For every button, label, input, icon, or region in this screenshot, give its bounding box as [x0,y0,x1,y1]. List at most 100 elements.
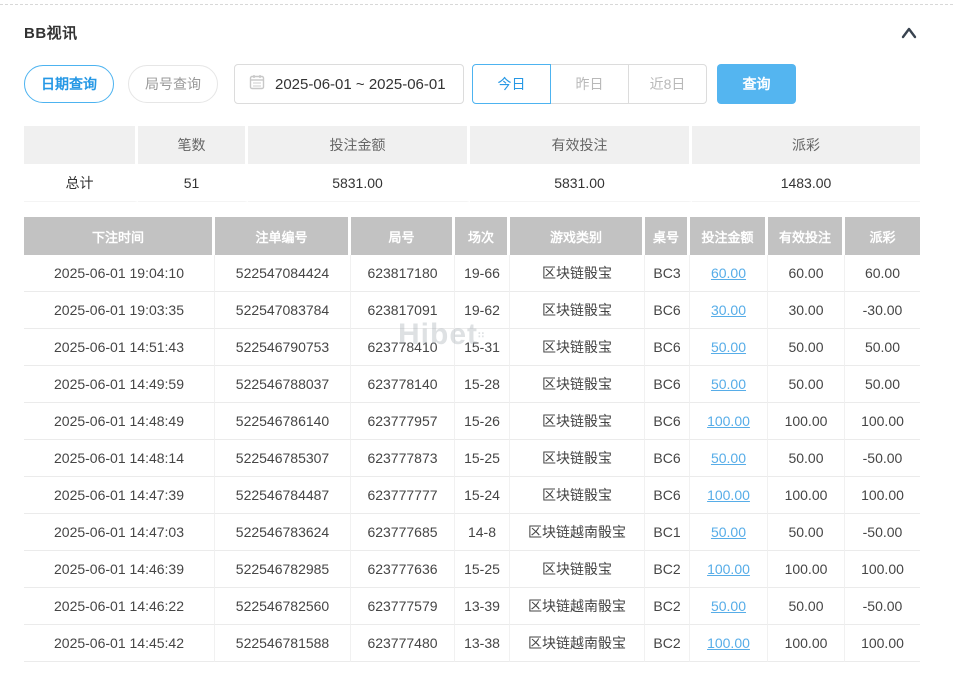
order-number: 522546784487 [215,477,351,514]
session: 15-25 [455,440,510,477]
bet-amount-link[interactable]: 50.00 [711,598,746,614]
session: 15-28 [455,366,510,403]
game-type: 区块链骰宝 [510,477,645,514]
payout: -50.00 [845,440,920,477]
summary-total-row: 总计 51 5831.00 5831.00 1483.00 [24,164,920,202]
col-bet-time: 下注时间 [24,217,215,255]
valid-bet: 50.00 [768,329,845,366]
quick-range-today[interactable]: 今日 [472,64,551,104]
page-title: BB视讯 [24,22,78,43]
payout: 100.00 [845,477,920,514]
bet-amount: 50.00 [690,329,768,366]
valid-bet: 100.00 [768,551,845,588]
bet-amount-link[interactable]: 50.00 [711,450,746,466]
valid-bet: 50.00 [768,366,845,403]
bet-time: 2025-06-01 14:46:22 [24,588,215,625]
round-number: 623777777 [351,477,455,514]
order-number: 522546788037 [215,366,351,403]
table-number: BC3 [645,255,690,292]
col-table-number: 桌号 [645,217,690,255]
bet-amount-link[interactable]: 100.00 [707,487,750,503]
top-divider [0,4,953,5]
col-bet-amount: 投注金额 [690,217,768,255]
bet-amount: 50.00 [690,588,768,625]
table-row: 2025-06-01 14:48:49522546786140623777957… [24,403,920,440]
game-type: 区块链骰宝 [510,255,645,292]
payout: 60.00 [845,255,920,292]
date-query-tab[interactable]: 日期查询 [24,65,114,103]
summary-total-bet-amount: 5831.00 [248,164,470,202]
game-type: 区块链骰宝 [510,329,645,366]
summary-col-payout: 派彩 [692,126,920,164]
table-number: BC6 [645,440,690,477]
col-payout: 派彩 [845,217,920,255]
valid-bet: 30.00 [768,292,845,329]
game-type: 区块链骰宝 [510,440,645,477]
table-row: 2025-06-01 14:46:39522546782985623777636… [24,551,920,588]
bet-time: 2025-06-01 14:51:43 [24,329,215,366]
summary-header-row: 笔数 投注金额 有效投注 派彩 [24,126,920,164]
filter-bar: 日期查询 局号查询 2025-06-01 ~ 2025-06-01 今日 昨日 … [24,64,920,104]
summary-total-payout: 1483.00 [692,164,920,202]
col-valid-bet: 有效投注 [768,217,845,255]
valid-bet: 50.00 [768,588,845,625]
payout: 100.00 [845,403,920,440]
search-button[interactable]: 查询 [717,64,796,104]
valid-bet: 100.00 [768,477,845,514]
game-type: 区块链骰宝 [510,551,645,588]
payout: 50.00 [845,366,920,403]
session: 15-26 [455,403,510,440]
col-game-type: 游戏类别 [510,217,645,255]
bet-time: 2025-06-01 19:03:35 [24,292,215,329]
bet-amount-link[interactable]: 60.00 [711,265,746,281]
order-number: 522547083784 [215,292,351,329]
bet-amount-link[interactable]: 50.00 [711,524,746,540]
session: 19-62 [455,292,510,329]
bet-amount: 100.00 [690,551,768,588]
table-number: BC2 [645,551,690,588]
order-number: 522547084424 [215,255,351,292]
round-number: 623777873 [351,440,455,477]
table-number: BC6 [645,366,690,403]
bet-amount-link[interactable]: 100.00 [707,635,750,651]
bet-amount: 50.00 [690,366,768,403]
valid-bet: 50.00 [768,514,845,551]
valid-bet: 100.00 [768,403,845,440]
bet-amount-link[interactable]: 50.00 [711,339,746,355]
game-type: 区块链骰宝 [510,292,645,329]
bet-time: 2025-06-01 14:47:03 [24,514,215,551]
date-range-input[interactable]: 2025-06-01 ~ 2025-06-01 [234,64,464,104]
session: 14-8 [455,514,510,551]
bet-amount-link[interactable]: 100.00 [707,561,750,577]
order-number: 522546786140 [215,403,351,440]
session: 13-39 [455,588,510,625]
table-number: BC6 [645,292,690,329]
bet-amount-link[interactable]: 100.00 [707,413,750,429]
bet-amount-link[interactable]: 50.00 [711,376,746,392]
table-row: 2025-06-01 14:47:03522546783624623777685… [24,514,920,551]
order-number: 522546785307 [215,440,351,477]
bet-amount: 100.00 [690,403,768,440]
round-number: 623777957 [351,403,455,440]
session: 15-24 [455,477,510,514]
summary-total-valid-bet: 5831.00 [470,164,692,202]
game-type: 区块链越南骰宝 [510,625,645,662]
table-row: 2025-06-01 14:47:39522546784487623777777… [24,477,920,514]
payout: 100.00 [845,551,920,588]
chevron-up-icon [898,28,920,43]
collapse-button[interactable] [898,24,920,40]
round-query-tab[interactable]: 局号查询 [128,65,218,103]
order-number: 522546782985 [215,551,351,588]
summary-col-count: 笔数 [138,126,248,164]
table-number: BC2 [645,588,690,625]
bet-time: 2025-06-01 14:45:42 [24,625,215,662]
quick-range-yesterday[interactable]: 昨日 [550,64,629,104]
payout: 50.00 [845,329,920,366]
summary-table: 笔数 投注金额 有效投注 派彩 总计 51 5831.00 5831.00 14… [24,126,920,202]
summary-total-label: 总计 [24,164,138,202]
bet-amount-link[interactable]: 30.00 [711,302,746,318]
game-type: 区块链骰宝 [510,366,645,403]
table-row: 2025-06-01 14:48:14522546785307623777873… [24,440,920,477]
col-session: 场次 [455,217,510,255]
quick-range-last8days[interactable]: 近8日 [628,64,707,104]
